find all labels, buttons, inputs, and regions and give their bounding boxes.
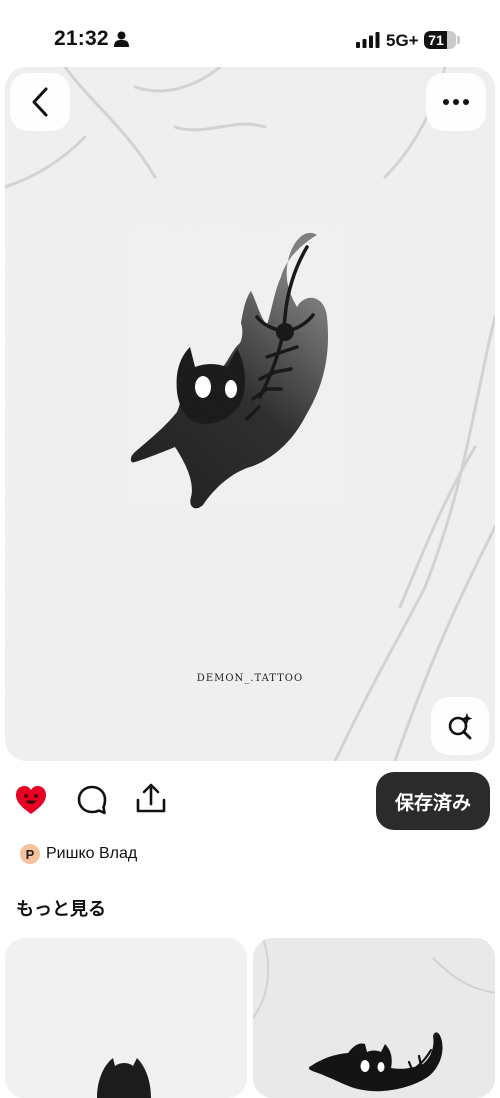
more-horizontal-icon <box>443 99 469 105</box>
related-pin-image <box>253 938 495 1098</box>
chevron-left-icon <box>32 87 48 117</box>
comment-button[interactable] <box>76 784 108 821</box>
battery-tip <box>457 36 460 44</box>
like-button[interactable] <box>14 784 48 821</box>
back-button[interactable] <box>10 73 70 131</box>
visual-search-button[interactable] <box>431 697 489 755</box>
pin-image[interactable]: DEMON_.TATTOO <box>5 67 495 761</box>
tattoo-artwork <box>5 67 495 761</box>
more-to-see-heading: もっと見る <box>16 899 106 920</box>
creator-name[interactable]: Ришко Влад <box>46 845 137 863</box>
saved-button[interactable]: 保存済み <box>376 772 490 830</box>
status-time: 21:32 <box>54 27 109 50</box>
share-icon <box>136 783 166 813</box>
related-pin-card[interactable] <box>253 938 495 1098</box>
comment-icon <box>77 785 107 815</box>
related-pin-image <box>5 938 247 1098</box>
battery-level: 71 <box>428 32 444 48</box>
creator-row[interactable]: P Ришко Влад <box>20 843 137 865</box>
share-button[interactable] <box>134 782 168 821</box>
action-row: 保存済み <box>0 770 500 832</box>
watermark-text: DEMON_.TATTOO <box>196 673 304 684</box>
battery-icon: 71 <box>424 31 456 49</box>
status-bar: 21:32 5G+ 71 <box>0 0 500 64</box>
person-icon <box>114 31 129 47</box>
avatar[interactable]: P <box>20 844 40 864</box>
heart-icon <box>16 786 46 814</box>
visual-search-icon <box>448 713 473 740</box>
more-options-button[interactable] <box>426 73 486 131</box>
related-pin-card[interactable] <box>5 938 247 1098</box>
signal-icon <box>356 32 380 48</box>
network-type: 5G+ <box>386 31 419 50</box>
